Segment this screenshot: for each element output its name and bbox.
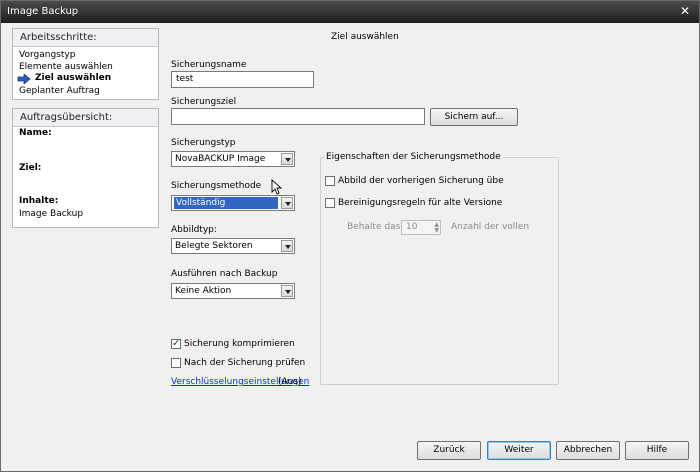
backup-type-label: Sicherungstyp (171, 138, 236, 148)
mouse-cursor-icon (271, 179, 283, 195)
summary-ziel-label: Ziel: (19, 163, 42, 173)
compress-checkbox[interactable] (171, 338, 181, 349)
after-backup-label: Ausführen nach Backup (171, 269, 278, 279)
backup-type-select[interactable]: NovaBACKUP Image (171, 151, 295, 167)
help-button[interactable]: Hilfe (625, 441, 689, 460)
summary-header: Auftragsübersicht: (13, 109, 158, 127)
after-backup-value: Keine Aktion (175, 286, 232, 296)
method-properties-group (320, 157, 559, 385)
steps-header: Arbeitsschritte: (13, 29, 158, 47)
backup-to-button[interactable]: Sichern auf... (430, 108, 518, 126)
overwrite-previous-label[interactable]: Abbild der vorherigen Sicherung übe (338, 176, 504, 186)
window-title: Image Backup (7, 6, 79, 17)
next-button[interactable]: Weiter (487, 441, 551, 460)
back-button[interactable]: Zurück (417, 441, 481, 460)
cancel-button[interactable]: Abbrechen (556, 441, 620, 460)
backup-type-value: NovaBACKUP Image (175, 154, 266, 164)
step-ziel-auswaehlen[interactable]: Ziel auswählen (35, 73, 111, 83)
keep-suffix-label: Anzahl der vollen (451, 222, 530, 232)
cleanup-rules-label[interactable]: Bereinigungsregeln für alte Versione (338, 198, 502, 208)
backup-method-select[interactable]: Vollständig (171, 195, 295, 211)
backup-target-input[interactable] (171, 108, 425, 125)
backup-name-label: Sicherungsname (171, 60, 247, 70)
title-bar[interactable]: Image Backup ✕ (1, 1, 699, 23)
image-type-select[interactable]: Belegte Sektoren (171, 238, 295, 254)
summary-panel: Auftragsübersicht: Name: Ziel: Inhalte: … (12, 108, 159, 228)
step-geplanter-auftrag[interactable]: Geplanter Auftrag (19, 86, 100, 96)
overwrite-previous-checkbox[interactable] (325, 176, 335, 186)
cleanup-rules-checkbox[interactable] (325, 198, 335, 208)
after-backup-select[interactable]: Keine Aktion (171, 283, 295, 299)
summary-name-label: Name: (19, 128, 52, 138)
chevron-down-icon[interactable] (281, 285, 293, 297)
backup-method-label: Sicherungsmethode (171, 181, 262, 191)
step-vorgangstyp[interactable]: Vorgangstyp (19, 50, 75, 60)
chevron-down-icon[interactable] (281, 153, 293, 165)
chevron-down-icon[interactable] (281, 240, 293, 252)
verify-checkbox[interactable] (171, 358, 181, 368)
keep-count-spinner[interactable]: 10 ▲ ▼ (401, 220, 441, 235)
step-elemente-auswaehlen[interactable]: Elemente auswählen (19, 62, 113, 72)
image-type-value: Belegte Sektoren (175, 241, 253, 251)
close-icon[interactable]: ✕ (677, 4, 693, 19)
page-title: Ziel auswählen (331, 32, 399, 42)
backup-name-input[interactable]: test (171, 71, 314, 88)
steps-panel: Arbeitsschritte: Vorgangstyp Elemente au… (12, 28, 159, 100)
summary-inhalte-value: Image Backup (19, 209, 84, 219)
backup-target-label: Sicherungsziel (171, 97, 237, 107)
image-backup-window: Image Backup ✕ Arbeitsschritte: Vorgangs… (0, 0, 700, 472)
chevron-down-icon[interactable] (281, 197, 293, 209)
current-step-arrow-icon (17, 74, 31, 84)
encryption-status: (Aus) (278, 377, 302, 387)
backup-method-value: Vollständig (174, 197, 278, 209)
image-type-label: Abbildtyp: (171, 225, 217, 235)
spin-down-icon[interactable]: ▼ (434, 228, 439, 234)
verify-label[interactable]: Nach der Sicherung prüfen (184, 358, 305, 368)
compress-label[interactable]: Sicherung komprimieren (184, 339, 295, 349)
keep-count-value: 10 (406, 222, 418, 232)
method-properties-title: Eigenschaften der Sicherungsmethode (324, 152, 503, 162)
summary-inhalte-label: Inhalte: (19, 196, 59, 206)
keep-label: Behalte das (347, 222, 401, 232)
